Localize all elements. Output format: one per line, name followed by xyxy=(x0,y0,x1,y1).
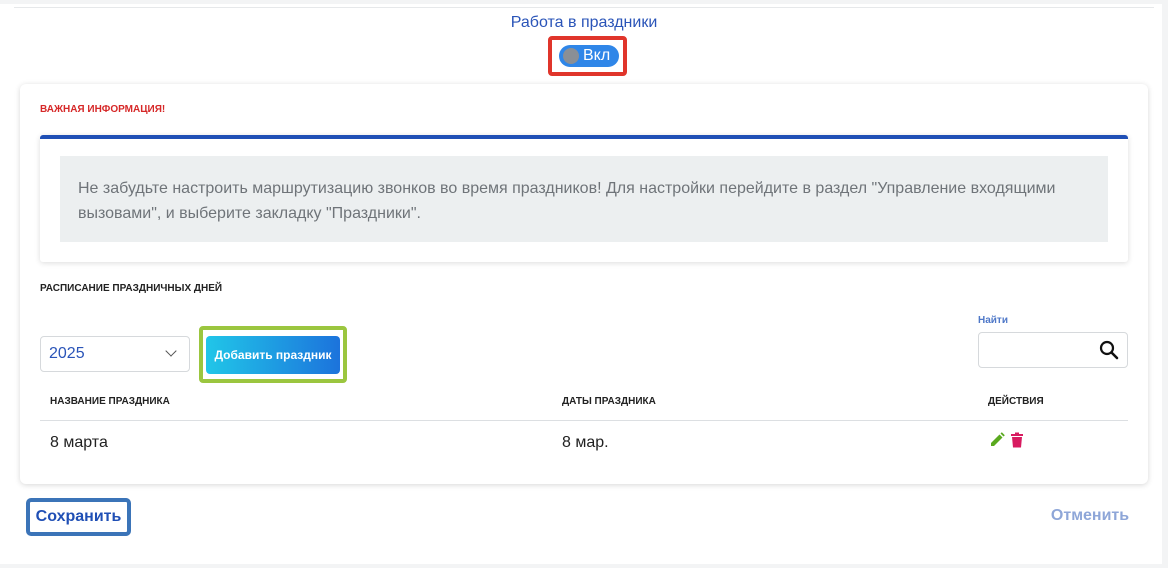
holiday-work-toggle[interactable]: Вкл xyxy=(559,45,619,67)
info-alert-message: Не забудьте настроить маршрутизацию звон… xyxy=(60,156,1108,242)
column-header-actions: ДЕЙСТВИЯ xyxy=(988,396,1044,407)
toggle-highlight: Вкл xyxy=(548,36,627,76)
holiday-card: ВАЖНАЯ ИНФОРМАЦИЯ! Не забудьте настроить… xyxy=(20,84,1148,484)
delete-icon[interactable] xyxy=(1008,431,1026,449)
add-holiday-button[interactable]: Добавить праздник xyxy=(206,336,340,374)
important-info-heading: ВАЖНАЯ ИНФОРМАЦИЯ! xyxy=(40,104,166,115)
schedule-heading: РАСПИСАНИЕ ПРАЗДНИЧНЫХ ДНЕЙ xyxy=(40,283,223,294)
year-select[interactable]: 2025 xyxy=(40,336,190,372)
search-box xyxy=(978,332,1128,368)
year-select-value: 2025 xyxy=(49,345,85,362)
save-button-highlight: Сохранить xyxy=(26,498,131,536)
holiday-work-title: Работа в праздники xyxy=(510,14,658,31)
search-label: Найти xyxy=(978,315,1008,326)
top-divider xyxy=(14,4,1154,8)
holiday-dates-cell: 8 мар. xyxy=(562,434,609,451)
search-icon[interactable] xyxy=(1099,340,1119,360)
column-header-name: НАЗВАНИЕ ПРАЗДНИКА xyxy=(50,396,170,407)
toggle-knob xyxy=(563,48,579,64)
info-alert: Не забудьте настроить маршрутизацию звон… xyxy=(40,135,1128,262)
column-header-dates: ДАТЫ ПРАЗДНИКА xyxy=(562,396,656,407)
save-button[interactable]: Сохранить xyxy=(30,502,127,532)
chevron-down-icon xyxy=(165,345,177,357)
search-input[interactable] xyxy=(979,333,1095,367)
toggle-label: Вкл xyxy=(583,47,611,64)
holiday-name-cell: 8 марта xyxy=(50,434,108,451)
edit-icon[interactable] xyxy=(988,431,1006,449)
cancel-button[interactable]: Отменить xyxy=(1040,504,1140,528)
table-header-divider xyxy=(40,420,1128,421)
add-button-highlight: Добавить праздник xyxy=(199,326,347,383)
